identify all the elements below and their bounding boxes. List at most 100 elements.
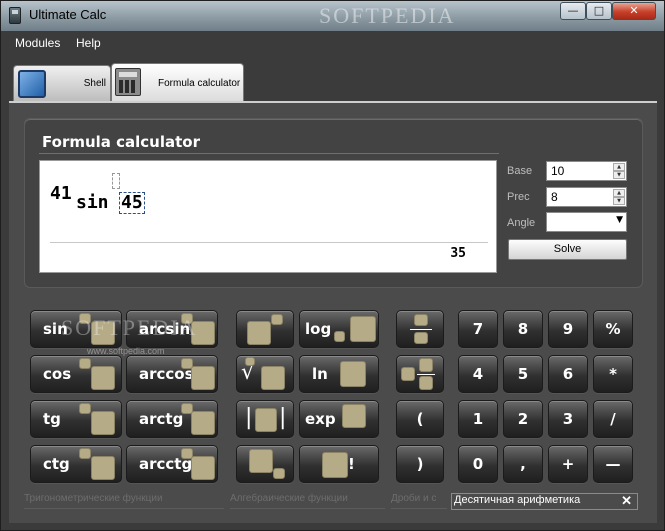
key-log[interactable]: log bbox=[299, 310, 379, 348]
expr-coefficient[interactable]: 41 bbox=[50, 183, 72, 204]
key-minus[interactable]: — bbox=[593, 445, 633, 483]
menu-modules[interactable]: Modules bbox=[15, 36, 60, 50]
key-divide[interactable]: / bbox=[593, 400, 633, 438]
fraction-bar-icon bbox=[417, 374, 435, 375]
close-icon[interactable]: ✕ bbox=[621, 493, 632, 509]
key-8[interactable]: 8 bbox=[503, 310, 543, 348]
argument-slot bbox=[191, 456, 215, 480]
base-slot bbox=[247, 321, 271, 345]
insertion-placeholder[interactable] bbox=[112, 173, 120, 189]
tab-shell-label: Shell bbox=[83, 78, 106, 89]
key-exp[interactable]: exp bbox=[299, 400, 379, 438]
exponent-slot bbox=[271, 314, 283, 325]
minimize-button[interactable]: — bbox=[560, 2, 586, 20]
root-index-slot bbox=[245, 357, 255, 366]
key-comma[interactable]: , bbox=[503, 445, 543, 483]
key-multiply[interactable]: * bbox=[593, 355, 633, 393]
superscript-slot bbox=[79, 403, 91, 414]
abs-right-bar-icon: | bbox=[279, 405, 287, 430]
tab-shell[interactable]: Shell bbox=[13, 65, 111, 101]
superscript-slot bbox=[79, 358, 91, 369]
key-mixed-fraction[interactable] bbox=[396, 355, 444, 393]
whole-slot bbox=[401, 367, 415, 381]
key-sqrt[interactable]: √ bbox=[236, 355, 294, 393]
chevron-down-icon[interactable]: ▼ bbox=[616, 215, 623, 225]
key-open-paren[interactable]: ( bbox=[396, 400, 444, 438]
key-2-label: 2 bbox=[517, 410, 529, 428]
prec-up-icon[interactable]: ▲ bbox=[613, 189, 625, 197]
formula-panel-title: Formula calculator bbox=[42, 133, 200, 151]
base-up-icon[interactable]: ▲ bbox=[613, 163, 625, 171]
argument-slot bbox=[340, 361, 366, 387]
solve-button[interactable]: Solve bbox=[508, 239, 627, 260]
key-factorial-label: ! bbox=[348, 455, 355, 473]
section-decimal-arithmetic[interactable]: Десятичная арифметика ✕ bbox=[451, 493, 638, 510]
tab-formula-calculator[interactable]: Formula calculator bbox=[111, 63, 244, 101]
key-cos-label: cos bbox=[43, 365, 72, 383]
section-algebraic-functions[interactable]: Алгебраические функции bbox=[230, 493, 385, 509]
key-9-label: 9 bbox=[562, 320, 574, 338]
argument-slot bbox=[342, 404, 366, 428]
expr-function[interactable]: sin bbox=[76, 192, 109, 213]
expr-argument[interactable]: 45 bbox=[119, 192, 145, 214]
prec-stepper[interactable]: 8 ▲ ▼ bbox=[546, 187, 627, 207]
key-1-label: 1 bbox=[472, 410, 484, 428]
base-value: 10 bbox=[551, 164, 565, 178]
key-6[interactable]: 6 bbox=[548, 355, 588, 393]
key-close-paren[interactable]: ) bbox=[396, 445, 444, 483]
key-plus-label: + bbox=[561, 455, 575, 473]
key-0-label: 0 bbox=[472, 455, 484, 473]
key-3[interactable]: 3 bbox=[548, 400, 588, 438]
prec-down-icon[interactable]: ▼ bbox=[613, 197, 625, 205]
key-plus[interactable]: + bbox=[548, 445, 588, 483]
key-6-label: 6 bbox=[562, 365, 574, 383]
key-ln[interactable]: ln bbox=[299, 355, 379, 393]
base-stepper[interactable]: 10 ▲ ▼ bbox=[546, 161, 627, 181]
argument-slot bbox=[91, 366, 115, 390]
window-title: Ultimate Calc bbox=[29, 7, 107, 22]
key-7[interactable]: 7 bbox=[458, 310, 498, 348]
close-button[interactable]: ✕ bbox=[612, 2, 656, 20]
key-arctg[interactable]: arctg bbox=[126, 400, 218, 438]
section-decimal-arithmetic-label: Десятичная арифметика bbox=[454, 494, 581, 506]
calculator-icon bbox=[115, 68, 141, 96]
key-arcctg[interactable]: arcctg bbox=[126, 445, 218, 483]
key-0[interactable]: 0 bbox=[458, 445, 498, 483]
angle-select[interactable]: ▼ bbox=[546, 212, 627, 232]
key-2[interactable]: 2 bbox=[503, 400, 543, 438]
title-bar[interactable]: Ultimate Calc SOFTPEDIA — □ ✕ bbox=[1, 1, 664, 31]
titlebar-watermark: SOFTPEDIA bbox=[319, 3, 456, 28]
key-abs[interactable]: | | bbox=[236, 400, 294, 438]
key-1[interactable]: 1 bbox=[458, 400, 498, 438]
section-trig-functions[interactable]: Тригонометрические функции bbox=[24, 493, 224, 509]
formula-editor[interactable]: 41 sin 45 35 bbox=[39, 160, 497, 273]
key-percent[interactable]: % bbox=[593, 310, 633, 348]
key-power[interactable] bbox=[236, 310, 294, 348]
argument-slot bbox=[322, 452, 348, 478]
shell-icon bbox=[18, 70, 46, 98]
key-arccos[interactable]: arccos bbox=[126, 355, 218, 393]
prec-value: 8 bbox=[551, 190, 558, 204]
key-factorial[interactable]: ! bbox=[299, 445, 379, 483]
base-label: Base bbox=[507, 165, 533, 177]
key-ctg[interactable]: ctg bbox=[30, 445, 122, 483]
key-arctg-label: arctg bbox=[139, 410, 184, 428]
abs-argument-slot bbox=[255, 408, 277, 432]
menu-help[interactable]: Help bbox=[76, 36, 101, 50]
key-5[interactable]: 5 bbox=[503, 355, 543, 393]
key-subscript[interactable] bbox=[236, 445, 294, 483]
argument-slot bbox=[91, 456, 115, 480]
key-tg[interactable]: tg bbox=[30, 400, 122, 438]
base-down-icon[interactable]: ▼ bbox=[613, 171, 625, 179]
log-base-slot bbox=[334, 331, 345, 342]
key-fraction[interactable] bbox=[396, 310, 444, 348]
key-9[interactable]: 9 bbox=[548, 310, 588, 348]
result-divider bbox=[50, 242, 488, 243]
denominator-slot bbox=[414, 332, 428, 344]
menu-bar: Modules Help bbox=[1, 31, 664, 57]
section-fractions[interactable]: Дроби и с bbox=[391, 493, 447, 509]
key-tg-label: tg bbox=[43, 410, 61, 428]
maximize-button[interactable]: □ bbox=[586, 2, 612, 20]
key-cos[interactable]: cos bbox=[30, 355, 122, 393]
key-4[interactable]: 4 bbox=[458, 355, 498, 393]
